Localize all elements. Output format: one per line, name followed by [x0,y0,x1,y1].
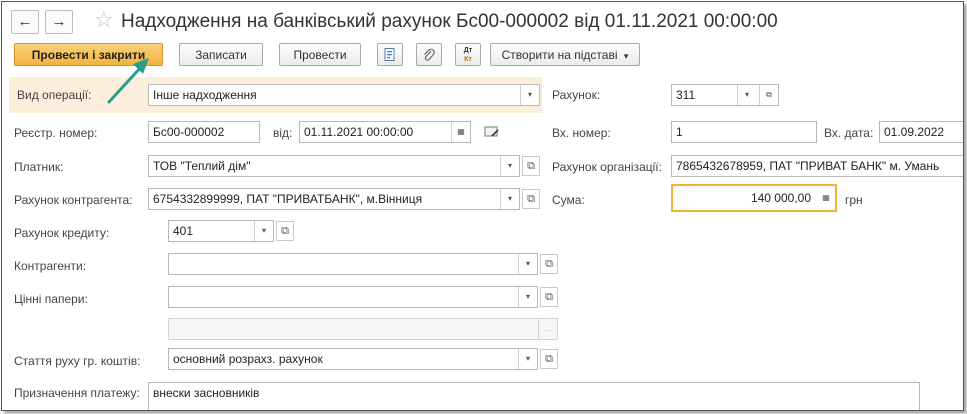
chevron-down-icon[interactable]: ▾ [254,221,273,241]
incoming-number-input[interactable]: 1 [671,121,817,143]
securities-label: Цінні папери: [14,292,88,306]
org-account-select[interactable]: 7865432678959, ПАТ "ПРИВАТ БАНК" м. Уман… [671,155,963,177]
extra-subconto-input: ... [168,318,558,340]
calendar-icon[interactable]: ▦ [451,122,470,142]
open-link-icon[interactable]: ⧉ [540,349,558,369]
reg-number-input[interactable]: Бс00-000002 [148,121,260,143]
cash-flow-select[interactable]: основний розрахз. рахунок ▾ [168,348,538,370]
org-account-label: Рахунок організації: [552,160,662,174]
incoming-date-input[interactable]: 01.09.2022 [879,121,963,143]
create-based-on-button[interactable]: Створити на підставі ▾ [490,43,640,66]
open-link-icon[interactable]: ⧉ [276,221,294,241]
contractors-label: Контрагенти: [14,259,87,273]
arrow-right-icon: → [51,13,67,30]
favorite-star-icon[interactable]: ☆ [94,8,114,32]
date-input[interactable]: 01.11.2021 00:00:00 ▦ [299,121,471,143]
open-link-icon[interactable]: ⧉ [540,254,558,274]
attach-button[interactable] [416,43,442,66]
operation-type-select[interactable]: Інше надходження ▾ [148,84,540,106]
operation-type-label: Вид операції: [17,88,92,102]
account-label: Рахунок: [552,88,601,102]
arrow-left-icon: ← [17,13,33,30]
currency-label: грн [845,193,863,207]
save-button[interactable]: Записати [179,43,263,66]
chevron-down-icon[interactable]: ▾ [520,85,539,105]
chevron-down-icon: ▾ [623,51,629,61]
open-link-icon[interactable]: ⧉ [540,287,558,307]
payer-label: Платник: [14,160,64,174]
chevron-down-icon[interactable]: ▾ [518,254,537,274]
open-link-icon[interactable]: ⧉ [522,156,540,176]
edit-date-icon[interactable] [483,123,501,141]
incoming-number-label: Вх. номер: [552,126,611,140]
back-button[interactable]: ← [11,10,39,34]
chevron-down-icon[interactable]: ▾ [500,156,519,176]
chevron-down-icon[interactable]: ▾ [518,287,537,307]
document-print-icon [384,48,395,61]
contractor-account-select[interactable]: 6754332899999, ПАТ "ПРИВАТБАНК", м.Вінни… [148,188,520,210]
ellipsis-icon: ... [538,319,557,339]
document-window: ← → ☆ Надходження на банківський рахунок… [1,1,964,411]
open-link-icon[interactable]: ⧉ [522,189,540,209]
cash-flow-label: Стаття руху гр. коштів: [14,354,141,368]
paperclip-icon [424,48,435,61]
credit-account-label: Рахунок кредиту: [14,226,110,240]
chevron-down-icon[interactable]: ▾ [500,189,519,209]
securities-select[interactable]: ▾ [168,286,538,308]
chevron-down-icon[interactable]: ▾ [737,85,756,105]
forward-button[interactable]: → [45,10,73,34]
open-link-icon[interactable]: ⧉ [759,85,778,105]
chevron-down-icon[interactable]: ▾ [518,349,537,369]
sum-input[interactable]: 140 000,00 ▦ [671,184,837,212]
reg-number-label: Реєстр. номер: [14,126,98,140]
print-button[interactable] [377,43,403,66]
dt-kt-icon: Дт Кт [463,47,473,63]
contractor-account-label: Рахунок контрагента: [14,193,133,207]
post-button[interactable]: Провести [279,43,361,66]
annotation-arrow-icon [107,58,149,104]
purpose-label: Призначення платежу: [14,386,140,400]
account-select[interactable]: 311 ▾ ⧉ [671,84,779,106]
payer-select[interactable]: ТОВ "Теплий дім" ▾ [148,155,520,177]
credit-account-select[interactable]: 401 ▾ [168,220,274,242]
contractors-select[interactable]: ▾ [168,253,538,275]
dt-kt-button[interactable]: Дт Кт [455,43,481,66]
date-from-label: від: [273,126,293,140]
purpose-textarea[interactable]: внески засновників [148,382,920,410]
page-title: Надходження на банківський рахунок Бс00-… [121,11,778,32]
incoming-date-label: Вх. дата: [824,126,874,140]
sum-label: Сума: [552,193,585,207]
calculator-icon[interactable]: ▦ [817,186,835,210]
